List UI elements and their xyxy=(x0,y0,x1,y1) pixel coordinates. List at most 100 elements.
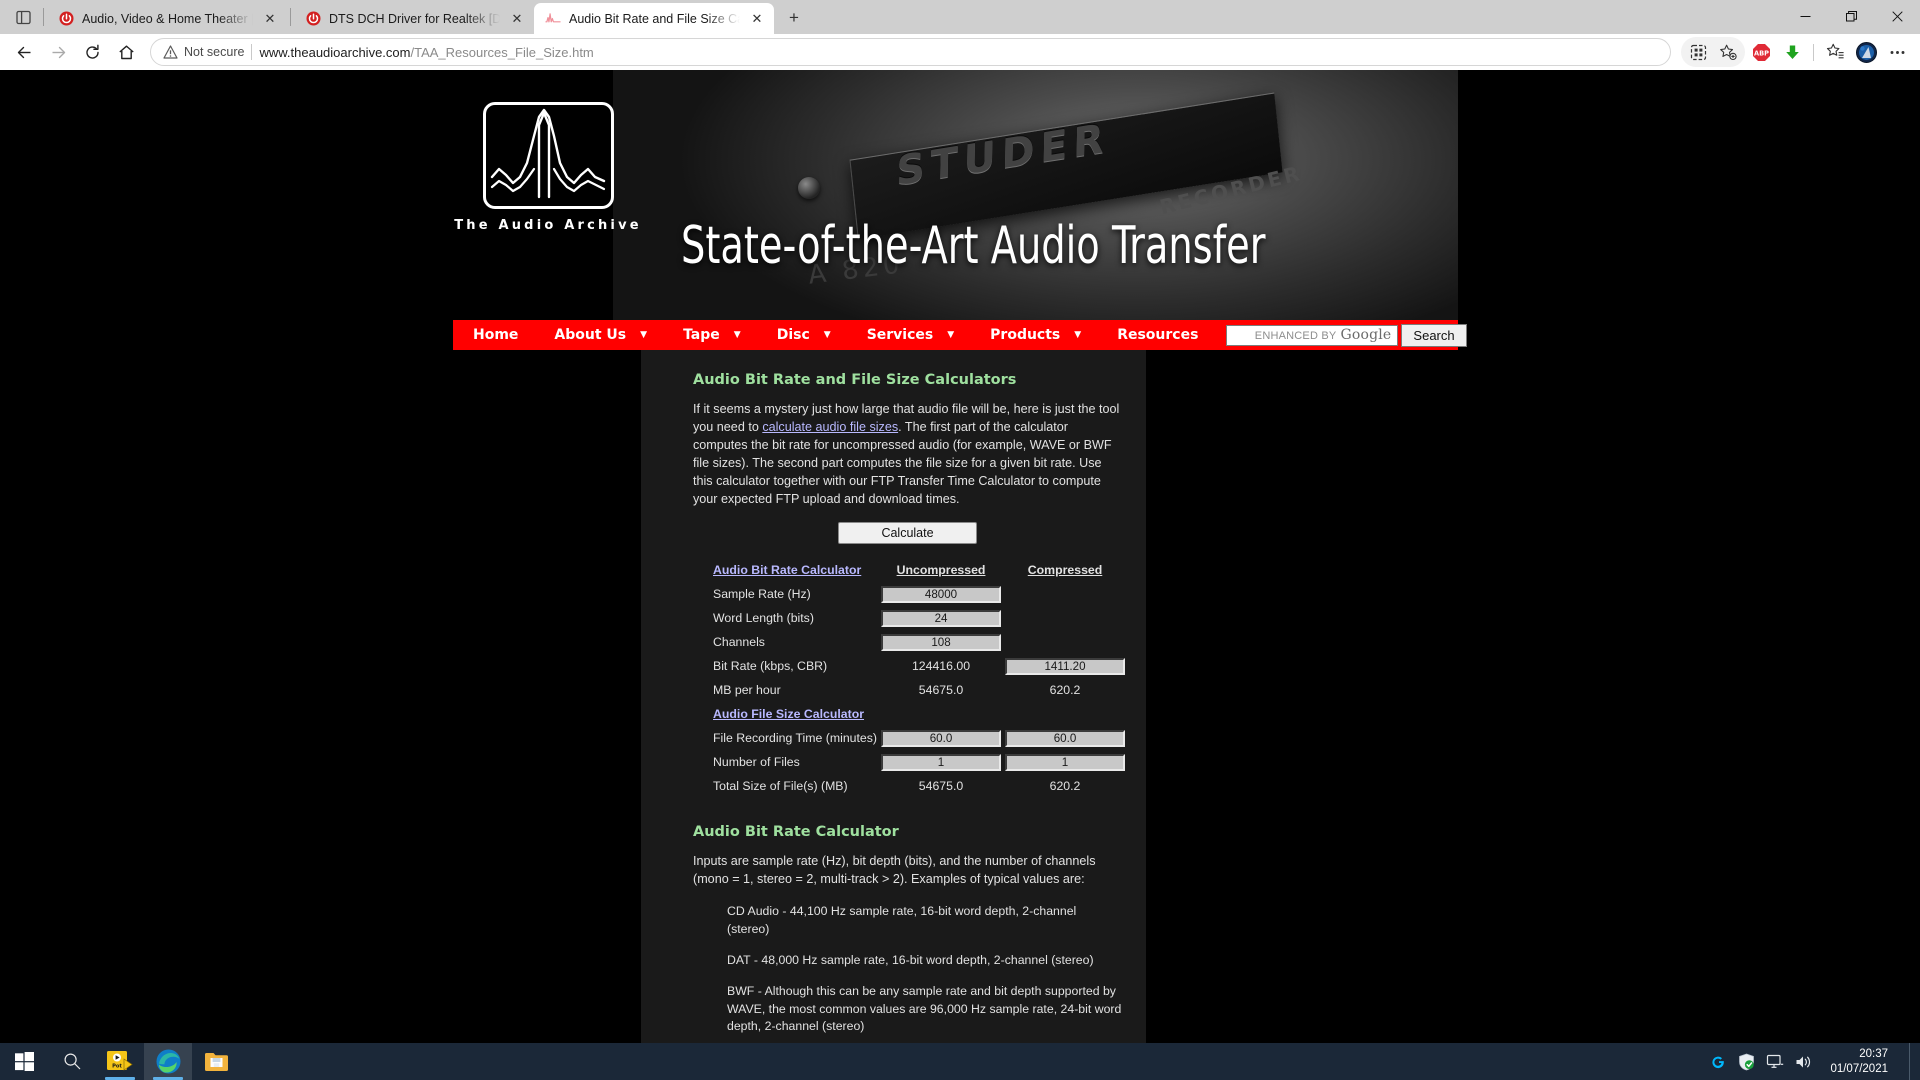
nav-item-products[interactable]: Products ▼ xyxy=(972,320,1099,350)
add-favorite-icon[interactable] xyxy=(1713,37,1743,67)
warning-triangle-icon xyxy=(163,45,178,59)
search-placeholder-prefix: ENHANCED BY xyxy=(1254,330,1337,343)
tab-strip: Audio, Video & Home Theater | T ✕ DTS DC… xyxy=(0,0,1920,34)
bit-rate-calculator-link[interactable]: Audio Bit Rate Calculator xyxy=(713,563,861,577)
windows-security-icon[interactable] xyxy=(1738,1053,1755,1071)
svg-text:ABP: ABP xyxy=(1754,49,1769,57)
browser-tab-2[interactable]: DTS DCH Driver for Realtek [DTS ✕ xyxy=(294,3,534,34)
home-icon[interactable] xyxy=(110,36,142,68)
url-host: www.theaudioarchive.com xyxy=(259,44,411,60)
network-icon[interactable] xyxy=(1766,1054,1784,1070)
profile-avatar[interactable] xyxy=(1851,37,1881,67)
nav-item-home[interactable]: Home xyxy=(455,320,536,350)
row-label-sample-rate: Sample Rate (Hz) xyxy=(713,587,811,602)
row-label-number-of-files: Number of Files xyxy=(713,755,800,770)
url-path: /TAA_Resources_File_Size.htm xyxy=(410,44,594,60)
site-navigation: Home About Us ▼ Tape ▼ Disc ▼ Services ▼ xyxy=(453,320,1467,351)
nav-item-disc[interactable]: Disc ▼ xyxy=(759,320,849,350)
deck-knob xyxy=(798,177,820,200)
search-input[interactable]: ENHANCED BY Google xyxy=(1226,324,1399,346)
nav-item-tape[interactable]: Tape ▼ xyxy=(665,320,759,350)
nav-item-services[interactable]: Services ▼ xyxy=(849,320,972,350)
red-circle-favicon xyxy=(305,11,321,27)
tab-search-icon[interactable] xyxy=(6,0,40,34)
edge-button[interactable] xyxy=(144,1043,192,1080)
intro-paragraph: If it seems a mystery just how large tha… xyxy=(693,401,1122,508)
table-row-recording-time: File Recording Time (minutes) 60.0 60.0 xyxy=(711,726,1127,750)
browser-window: Audio, Video & Home Theater | T ✕ DTS DC… xyxy=(0,0,1920,1043)
table-row-sample-rate: Sample Rate (Hz) 48000 xyxy=(711,582,1127,606)
nav-item-resources-label: Resources xyxy=(1117,327,1199,344)
file-explorer-button[interactable] xyxy=(192,1043,240,1080)
recording-time-compressed-input[interactable]: 60.0 xyxy=(1005,729,1126,747)
number-of-files-compressed-input[interactable]: 1 xyxy=(1005,753,1126,771)
nav-item-tape-label: Tape xyxy=(683,327,720,344)
search-placeholder-brand: Google xyxy=(1340,327,1392,344)
row-label-total-size: Total Size of File(s) (MB) xyxy=(713,779,848,794)
start-button[interactable] xyxy=(0,1043,48,1080)
address-bar[interactable]: Not secure www.theaudioarchive.com/TAA_R… xyxy=(150,38,1671,67)
volume-icon[interactable] xyxy=(1795,1054,1813,1070)
mb-per-hour-compressed-value: 620.2 xyxy=(1049,683,1081,698)
refresh-icon[interactable] xyxy=(76,36,108,68)
address-bar-url[interactable]: www.theaudioarchive.com/TAA_Resources_Fi… xyxy=(259,45,1666,60)
bit-rate-compressed-input[interactable]: 1411.20 xyxy=(1005,657,1126,675)
calculate-button[interactable]: Calculate xyxy=(838,522,977,545)
studer-tape-deck-photo: STUDER RECORDER A 820 xyxy=(613,70,1458,321)
column-header-uncompressed: Uncompressed xyxy=(896,563,986,578)
browser-tab-3[interactable]: Audio Bit Rate and File Size Calc ✕ xyxy=(534,3,774,34)
list-item: DAT - 48,000 Hz sample rate, 16-bit word… xyxy=(727,952,1094,967)
security-warning[interactable]: Not secure xyxy=(163,45,244,59)
waveform-favicon xyxy=(545,11,561,27)
website: STUDER RECORDER A 820 The Audio Archive … xyxy=(453,70,1467,1043)
logitech-g-icon[interactable] xyxy=(1710,1053,1727,1070)
number-of-files-uncompressed-input[interactable]: 1 xyxy=(881,753,1002,771)
clock-date: 01/07/2021 xyxy=(1830,1062,1888,1075)
site-logo[interactable]: The Audio Archive xyxy=(454,102,639,233)
nav-item-disc-label: Disc xyxy=(776,327,810,344)
column-header-compressed: Compressed xyxy=(1027,563,1103,578)
svg-text:Pot: Pot xyxy=(112,1063,122,1069)
search-icon xyxy=(63,1053,80,1070)
back-arrow-icon[interactable] xyxy=(8,36,40,68)
downloads-icon[interactable] xyxy=(1777,37,1807,67)
settings-more-icon[interactable] xyxy=(1882,37,1912,67)
row-label-recording-time: File Recording Time (minutes) xyxy=(713,731,878,746)
chevron-down-icon: ▼ xyxy=(640,329,648,340)
taskbar-clock[interactable]: 20:37 01/07/2021 xyxy=(1824,1047,1898,1076)
calculate-audio-file-sizes-link[interactable]: calculate audio file sizes xyxy=(762,420,898,434)
sample-rate-uncompressed-input[interactable]: 48000 xyxy=(881,585,1002,603)
nav-item-resources[interactable]: Resources xyxy=(1099,320,1216,350)
file-size-calculator-link[interactable]: Audio File Size Calculator xyxy=(713,707,864,721)
search-button[interactable]: Search xyxy=(1401,323,1467,347)
favorites-icon[interactable] xyxy=(1820,37,1850,67)
channels-uncompressed-input[interactable]: 108 xyxy=(881,633,1002,651)
nav-item-services-label: Services xyxy=(866,327,934,344)
taskbar-items: Pot xyxy=(0,1043,240,1080)
page-viewport: STUDER RECORDER A 820 The Audio Archive … xyxy=(0,70,1920,1043)
browser-tab-3-close-icon[interactable]: ✕ xyxy=(748,10,766,28)
total-size-uncompressed-value: 54675.0 xyxy=(918,779,964,794)
show-desktop-button[interactable] xyxy=(1909,1043,1916,1080)
adblock-plus-icon[interactable]: ABP xyxy=(1746,37,1776,67)
recording-time-uncompressed-input[interactable]: 60.0 xyxy=(881,729,1002,747)
browser-tab-2-close-icon[interactable]: ✕ xyxy=(508,10,526,28)
search-button[interactable] xyxy=(48,1043,96,1080)
word-length-uncompressed-input[interactable]: 24 xyxy=(881,609,1002,627)
nav-item-home-label: Home xyxy=(473,327,519,344)
browser-tab-1[interactable]: Audio, Video & Home Theater | T ✕ xyxy=(47,3,287,34)
new-tab-button[interactable]: + xyxy=(780,4,808,32)
potplayer-button[interactable]: Pot xyxy=(96,1043,144,1080)
minimize-icon[interactable] xyxy=(1782,0,1828,32)
omnibox-separator xyxy=(251,44,253,61)
forward-arrow-icon[interactable] xyxy=(42,36,74,68)
nav-item-products-label: Products xyxy=(990,327,1061,344)
collections-icon[interactable] xyxy=(1683,37,1713,67)
nav-item-about-us[interactable]: About Us ▼ xyxy=(536,320,665,350)
list-item: BWF - Although this can be any sample ra… xyxy=(727,983,1122,1034)
security-warning-label: Not secure xyxy=(184,45,245,60)
close-icon[interactable] xyxy=(1874,0,1920,32)
browser-tab-1-close-icon[interactable]: ✕ xyxy=(261,10,279,28)
table-row-bit-rate: Bit Rate (kbps, CBR) 124416.00 1411.20 xyxy=(711,654,1127,678)
restore-icon[interactable] xyxy=(1828,0,1874,32)
